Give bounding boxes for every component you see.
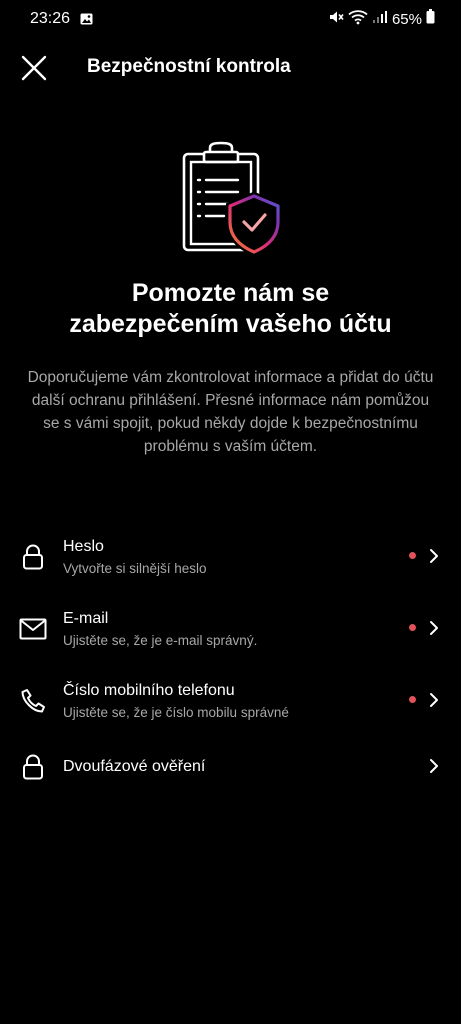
battery-icon (426, 9, 435, 29)
wifi-icon (348, 9, 368, 30)
mail-icon (18, 614, 48, 644)
close-button[interactable] (14, 50, 54, 86)
lock-icon (18, 752, 48, 782)
status-time: 23:26 (30, 10, 71, 27)
phone-item[interactable]: Číslo mobilního telefonu Ujistěte se, že… (0, 678, 461, 738)
mute-icon (328, 9, 344, 30)
signal-icon (372, 10, 388, 29)
alert-dot (409, 696, 416, 703)
description: Doporučujeme vám zkontrolovat informace … (27, 369, 434, 455)
chevron-right-icon (427, 547, 441, 565)
close-icon (21, 55, 47, 81)
item-title: Dvoufázové ověření (63, 758, 206, 775)
alert-dot (409, 624, 416, 631)
item-subtitle: Ujistěte se, že je e-mail správný. (63, 633, 258, 648)
page-title: Bezpečnostní kontrola (87, 56, 291, 77)
phone-icon (18, 686, 48, 716)
headline-line-1: Pomozte nám se (131, 279, 330, 307)
status-bar: 23:26 65% (0, 0, 461, 40)
lock-icon (18, 542, 48, 572)
chevron-right-icon (427, 691, 441, 709)
gallery-icon (80, 12, 93, 25)
item-subtitle: Vytvořte si silnější heslo (63, 561, 207, 576)
chevron-right-icon (427, 619, 441, 637)
password-item[interactable]: Heslo Vytvořte si silnější heslo (0, 534, 461, 594)
header: Bezpečnostní kontrola (0, 46, 461, 90)
item-subtitle: Ujistěte se, že je číslo mobilu správné (63, 705, 289, 720)
item-title: E-mail (63, 610, 109, 627)
email-item[interactable]: E-mail Ujistěte se, že je e-mail správný… (0, 606, 461, 666)
two-factor-item[interactable]: Dvoufázové ověření (0, 750, 461, 810)
clipboard-shield-icon (172, 140, 290, 258)
status-icons: 65% (328, 9, 435, 29)
item-title: Číslo mobilního telefonu (63, 682, 235, 699)
headline-line-2: zabezpečením vašeho účtu (69, 310, 392, 338)
headline: Pomozte nám se zabezpečením vašeho účtu (30, 278, 431, 340)
chevron-right-icon (427, 757, 441, 775)
item-title: Heslo (63, 538, 104, 555)
battery-percent: 65% (391, 10, 422, 28)
alert-dot (409, 552, 416, 559)
